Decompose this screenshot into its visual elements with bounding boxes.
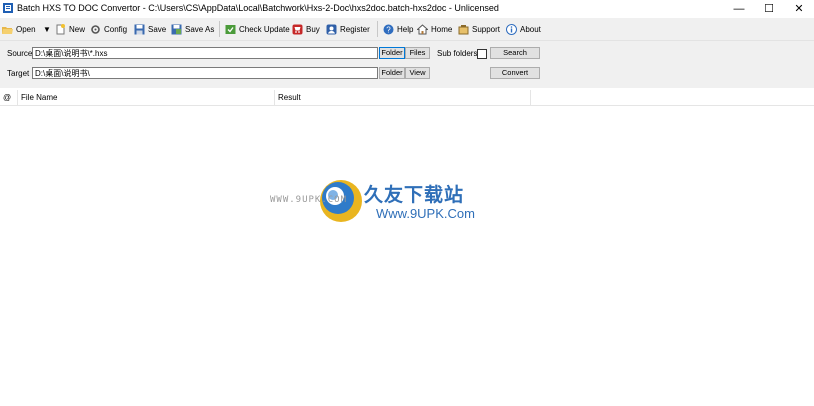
support-label: Support: [472, 24, 501, 34]
new-button[interactable]: New: [55, 21, 85, 37]
target-view-button[interactable]: View: [405, 67, 430, 79]
subfolders-checkbox[interactable]: [477, 49, 487, 59]
watermark: WWW.9UPK.COM 久友下载站 Www.9UPK.Com: [270, 178, 500, 233]
file-list[interactable]: [0, 106, 814, 406]
watermark-url-left: WWW.9UPK.COM: [270, 195, 348, 205]
column-header-file-name[interactable]: File Name: [18, 90, 275, 105]
support-button[interactable]: Support: [458, 21, 500, 37]
settings-panel: Source D:\桌面\说明书\*.hxs Folder Files Sub …: [0, 41, 814, 88]
source-input[interactable]: D:\桌面\说明书\*.hxs: [32, 47, 378, 59]
save-as-icon: [171, 24, 182, 34]
watermark-url-right: Www.9UPK.Com: [376, 206, 475, 221]
check-update-label: Check Update: [239, 24, 290, 34]
title-bar: Batch HXS TO DOC Convertor - C:\Users\CS…: [0, 0, 814, 17]
buy-button[interactable]: Buy: [292, 21, 320, 37]
target-input[interactable]: D:\桌面\说明书\: [32, 67, 378, 79]
home-label: Home: [431, 24, 453, 34]
open-dropdown[interactable]: ▼: [43, 21, 51, 37]
gear-icon: [91, 24, 100, 34]
watermark-title: 久友下载站: [364, 185, 465, 206]
save-as-label: Save As: [185, 24, 215, 34]
save-as-button[interactable]: Save As: [171, 21, 214, 37]
file-list-header: @ File Name Result: [0, 90, 814, 106]
register-button[interactable]: Register: [326, 21, 370, 37]
folder-open-icon: [2, 26, 13, 34]
home-icon: [417, 23, 428, 34]
svg-text:?: ?: [386, 25, 391, 34]
toolbar-separator: [219, 21, 220, 37]
support-icon: [458, 24, 469, 34]
source-files-button[interactable]: Files: [405, 47, 430, 59]
save-icon: [134, 24, 145, 34]
subfolders-label: Sub folders: [437, 49, 478, 58]
toolbar-separator: [377, 21, 378, 37]
window-title: Batch HXS TO DOC Convertor - C:\Users\CS…: [17, 3, 499, 13]
minimize-button[interactable]: —: [724, 0, 754, 17]
toolbar: Open ▼ New Config Save Save As Check Upd…: [0, 18, 814, 41]
open-button[interactable]: Open: [2, 21, 36, 37]
check-update-button[interactable]: Check Update: [225, 21, 290, 37]
cart-icon: [292, 24, 303, 34]
help-button[interactable]: ? Help: [383, 21, 413, 37]
source-label: Source: [7, 49, 33, 58]
save-label: Save: [148, 24, 167, 34]
column-header-result[interactable]: Result: [275, 90, 531, 105]
buy-label: Buy: [306, 24, 320, 34]
help-icon: ?: [383, 24, 394, 34]
maximize-button[interactable]: ☐: [754, 0, 784, 17]
help-label: Help: [397, 24, 414, 34]
app-icon: [3, 3, 13, 13]
update-icon: [225, 24, 236, 34]
target-folder-button[interactable]: Folder: [379, 67, 405, 79]
source-folder-button[interactable]: Folder: [379, 47, 405, 59]
config-button[interactable]: Config: [90, 21, 127, 37]
search-button[interactable]: Search: [490, 47, 540, 59]
about-button[interactable]: About: [506, 21, 541, 37]
close-button[interactable]: ✕: [784, 0, 814, 17]
column-header-at[interactable]: @: [0, 90, 18, 105]
open-label: Open: [16, 24, 36, 34]
config-label: Config: [104, 24, 128, 34]
home-button[interactable]: Home: [417, 21, 452, 37]
save-button[interactable]: Save: [134, 21, 166, 37]
about-label: About: [520, 24, 541, 34]
convert-button[interactable]: Convert: [490, 67, 540, 79]
new-file-icon: [56, 23, 65, 34]
target-label: Target: [7, 69, 30, 78]
register-label: Register: [340, 24, 370, 34]
info-icon: [506, 23, 517, 35]
new-label: New: [69, 24, 86, 34]
register-icon: [326, 24, 337, 34]
